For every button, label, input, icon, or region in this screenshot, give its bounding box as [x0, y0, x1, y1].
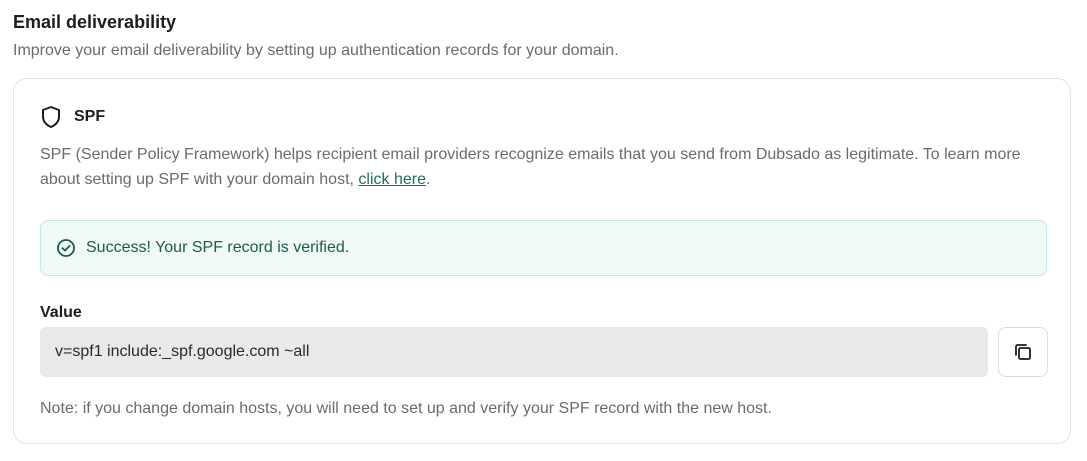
success-alert: Success! Your SPF record is verified. — [40, 220, 1047, 276]
spf-description: SPF (Sender Policy Framework) helps reci… — [40, 142, 1030, 192]
copy-icon — [1012, 341, 1034, 363]
spf-description-text: SPF (Sender Policy Framework) helps reci… — [40, 146, 1021, 188]
spf-note: Note: if you change domain hosts, you wi… — [40, 400, 772, 417]
copy-button[interactable] — [998, 327, 1048, 377]
spf-title: SPF — [74, 108, 106, 125]
value-label: Value — [40, 304, 82, 321]
section-title: Email deliverability — [13, 12, 177, 32]
success-alert-text: Success! Your SPF record is verified. — [86, 239, 350, 256]
shield-icon — [40, 105, 62, 129]
spf-value-field[interactable]: v=spf1 include:_spf.google.com ~all — [40, 327, 988, 377]
spf-card-header: SPF — [40, 105, 105, 129]
click-here-link[interactable]: click here — [358, 171, 426, 188]
check-circle-icon — [56, 238, 76, 258]
section-subtitle: Improve your email deliverability by set… — [13, 42, 619, 59]
spf-card: SPF SPF (Sender Policy Framework) helps … — [13, 78, 1071, 444]
spf-description-end: . — [425, 171, 431, 188]
